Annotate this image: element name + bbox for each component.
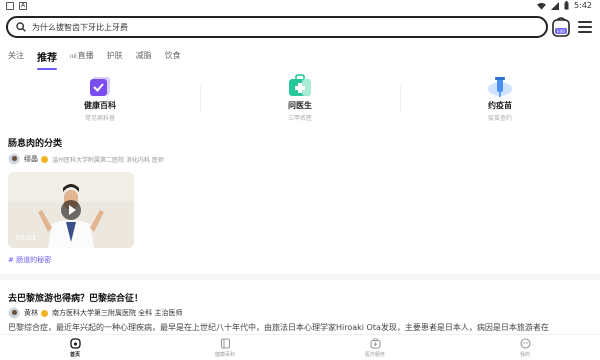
app-icon: A (19, 2, 27, 10)
nav-label: 健康百科 (214, 352, 235, 358)
search-icon (16, 22, 26, 32)
service-ask-doctor[interactable]: 问医生 三甲名医 (200, 74, 400, 126)
service-health-encyclopedia[interactable]: 健康百科 常见病科普 (0, 74, 200, 126)
scan-label: 扫码 (557, 28, 566, 35)
tab-skincare[interactable]: 护肤 (107, 50, 123, 64)
service-title: 健康百科 (84, 101, 116, 110)
tab-follow[interactable]: 关注 (8, 50, 24, 64)
post-excerpt[interactable]: 巴黎综合症，最近年兴起的一种心理疾病，最早是在上世纪八十年代中，由旅法日本心理学… (8, 322, 596, 333)
author-meta: 南方医科大学第三附属医院 全科 主治医师 (52, 309, 183, 317)
tab-fat-loss[interactable]: 减脂 (136, 50, 152, 64)
post-title[interactable]: 肠息肉的分类 (8, 136, 62, 149)
nav-home[interactable]: 首页 (0, 335, 150, 360)
vaccine-icon (488, 77, 512, 97)
video-duration: 01:01 (16, 234, 37, 242)
menu-icon-line (578, 21, 592, 23)
book-check-icon (90, 77, 110, 96)
nav-label: 我的 (519, 352, 530, 358)
author-name: 缪晶 (24, 155, 38, 163)
play-icon[interactable] (61, 200, 81, 220)
home-icon (69, 338, 81, 349)
status-right-icons: 5:42 (537, 1, 592, 10)
section-divider (0, 274, 600, 280)
battery-icon (564, 1, 569, 10)
signal-icon (551, 1, 560, 10)
profile-icon (519, 338, 531, 349)
bottom-navigation: 首页 健康百科 医疗服务 我的 (0, 334, 600, 360)
encyclopedia-icon (220, 338, 230, 349)
verified-badge-icon (41, 309, 48, 317)
nav-label: 首页 (69, 352, 80, 358)
tab-diet[interactable]: 饮食 (165, 50, 181, 64)
service-shortcuts: 健康百科 常见病科普 问医生 三甲名医 约疫苗 疫苗查约 (0, 74, 600, 126)
post-title[interactable]: 去巴黎旅游也得病？巴黎综合征！ (8, 291, 143, 304)
scan-button[interactable]: 扫码 (552, 17, 570, 37)
menu-icon-line (578, 31, 592, 33)
avatar (8, 307, 20, 319)
service-subtitle: 常见病科普 (84, 115, 115, 122)
video-thumbnail[interactable]: 01:01 (8, 172, 134, 248)
post-author[interactable]: 缪晶 温州医科大学附属第二医院 消化内科 医师 (8, 153, 164, 165)
nav-label: 医疗服务 (364, 352, 385, 358)
topic-tag[interactable]: # 肠道的秘密 (8, 255, 51, 265)
category-tabs: 关注 推荐 ıııl直播 护肤 减脂 饮食 (8, 49, 194, 70)
service-title: 约疫苗 (488, 101, 512, 110)
medical-service-icon (369, 338, 381, 349)
medical-kit-icon (289, 74, 311, 96)
post-author[interactable]: 黄林 南方医科大学第三附属医院 全科 主治医师 (8, 307, 182, 319)
status-left-icons: A (6, 2, 27, 10)
nav-profile[interactable]: 我的 (450, 335, 600, 360)
service-subtitle: 疫苗查约 (487, 115, 512, 122)
menu-button[interactable] (578, 21, 592, 33)
service-book-vaccine[interactable]: 约疫苗 疫苗查约 (400, 74, 600, 126)
service-title: 问医生 (288, 101, 312, 110)
tab-recommend[interactable]: 推荐 (37, 49, 57, 70)
live-icon: ıııl (70, 53, 77, 60)
nav-health-encyclopedia[interactable]: 健康百科 (150, 335, 300, 360)
notification-icon (6, 2, 14, 10)
verified-badge-icon (41, 155, 48, 163)
search-bar[interactable]: 为什么拔智齿下牙比上牙费 (6, 16, 548, 38)
search-query: 为什么拔智齿下牙比上牙费 (32, 22, 128, 32)
status-time: 5:42 (574, 1, 592, 10)
service-subtitle: 三甲名医 (287, 115, 312, 122)
author-meta: 温州医科大学附属第二医院 消化内科 医师 (52, 156, 164, 164)
avatar (8, 153, 20, 165)
tab-live[interactable]: ıııl直播 (70, 50, 94, 64)
wifi-icon (537, 2, 547, 10)
tab-live-label: 直播 (77, 51, 94, 60)
status-bar: A 5:42 (0, 0, 600, 14)
scan-icon: 扫码 (552, 17, 570, 37)
author-name: 黄林 (24, 309, 38, 317)
menu-icon-line (578, 26, 592, 28)
nav-medical-service[interactable]: 医疗服务 (300, 335, 450, 360)
